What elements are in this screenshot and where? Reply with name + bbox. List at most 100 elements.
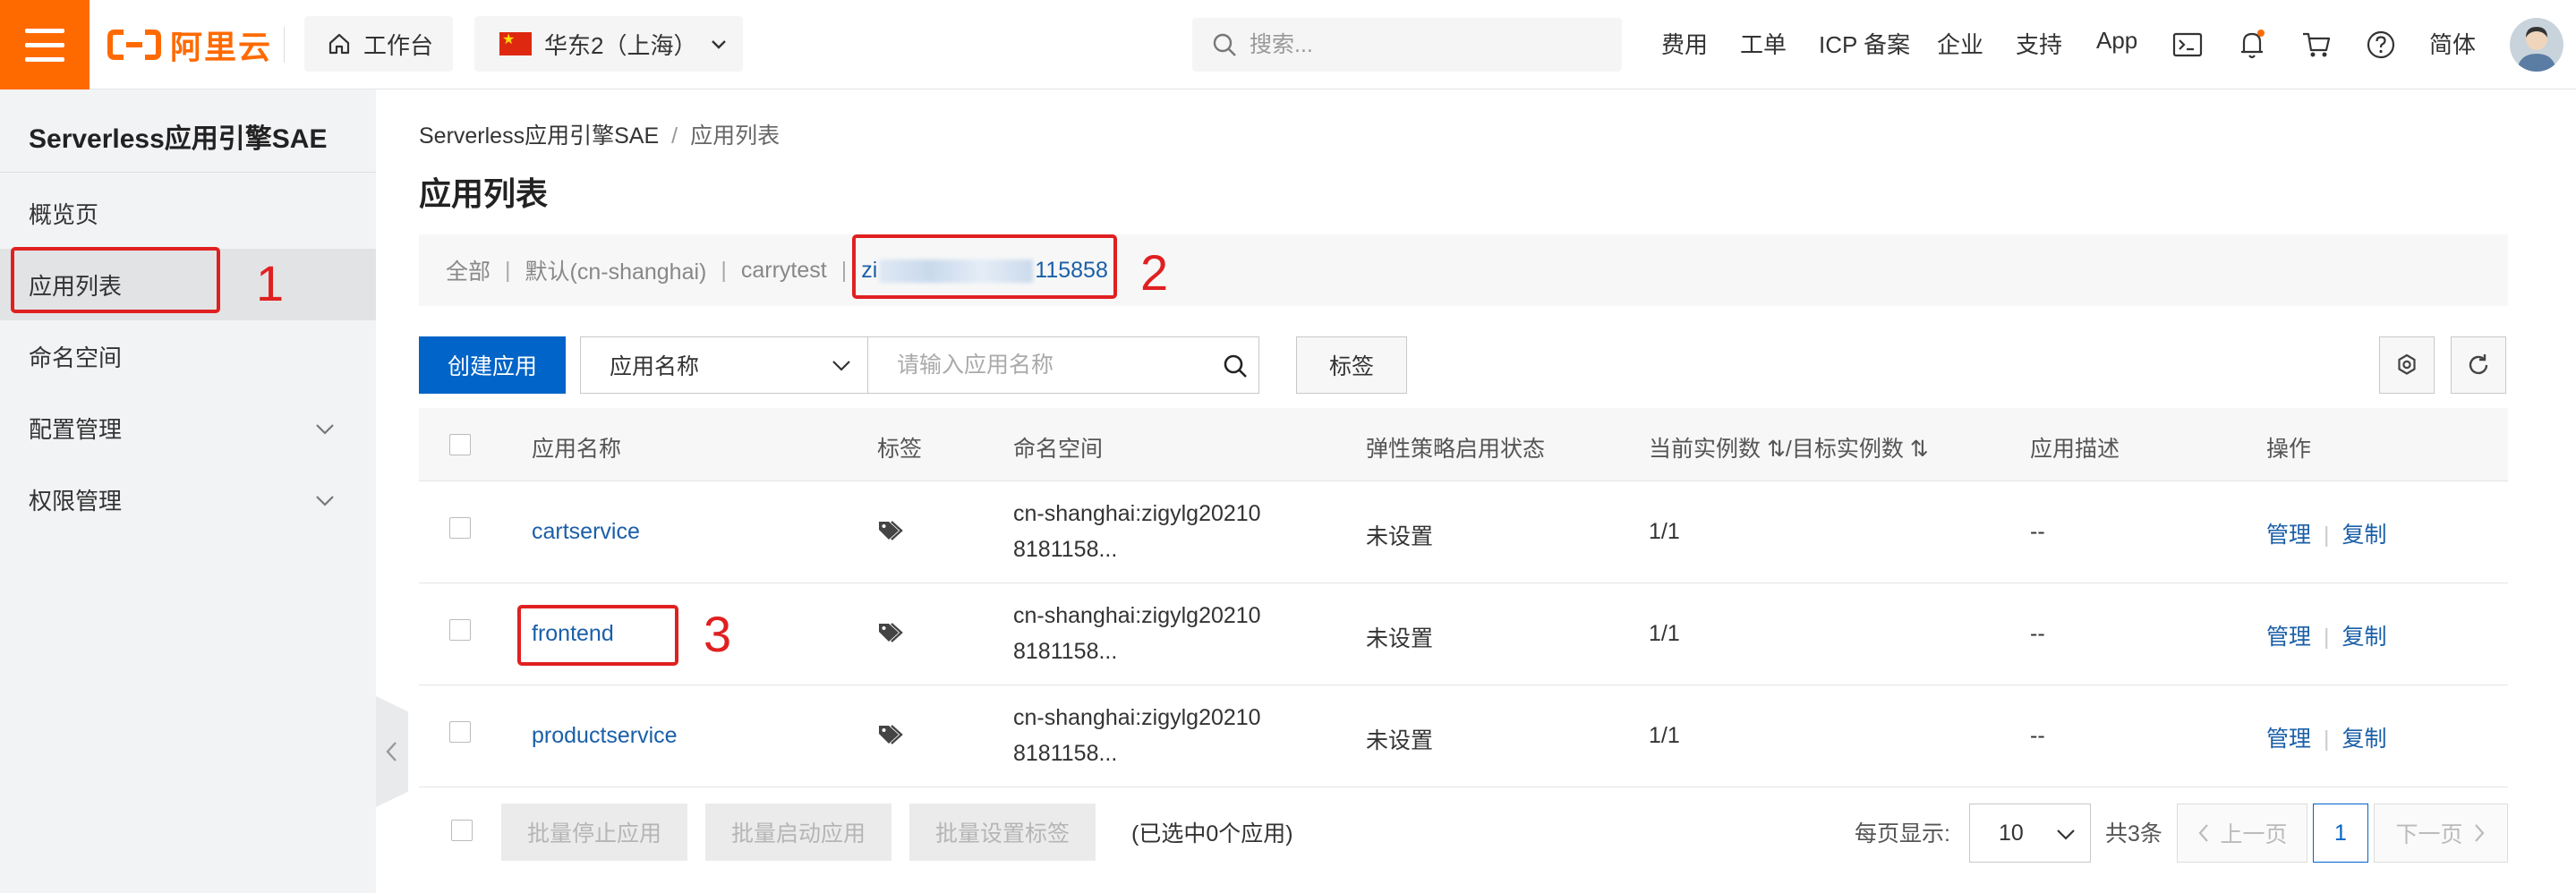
workbench-button[interactable]: 工作台	[304, 16, 453, 72]
sidebar-item-namespaces[interactable]: 命名空间	[0, 320, 376, 392]
sidebar-collapse-toggle[interactable]	[376, 696, 408, 807]
column-header-namespace: 命名空间	[1013, 437, 1104, 462]
terminal-icon[interactable]	[2170, 27, 2205, 63]
ticket-link[interactable]: 工单	[1740, 27, 1787, 60]
namespace-cell: cn-shanghai:zigylg20210 8181158...	[1013, 598, 1261, 669]
app-name-link[interactable]: cartservice	[532, 519, 640, 545]
app-link[interactable]: App	[2096, 27, 2137, 55]
total-count: 共3条	[2105, 821, 2162, 846]
aliyun-logo[interactable]: 阿里云	[107, 23, 272, 66]
table-row: frontend cn-shanghai:zigylg20210 8181158…	[419, 583, 2508, 685]
cart-icon[interactable]	[2299, 27, 2334, 63]
annotation-box	[852, 234, 1117, 299]
search-icon[interactable]	[1223, 353, 1248, 378]
global-search[interactable]	[1192, 18, 1622, 72]
menu-icon[interactable]	[0, 0, 90, 89]
selected-count: (已选中0个应用)	[1131, 821, 1293, 846]
app-name-search-input[interactable]	[897, 352, 1210, 378]
manage-link[interactable]: 管理	[2266, 523, 2311, 548]
batch-tag-button[interactable]: 批量设置标签	[909, 804, 1096, 861]
region-label: 华东2（上海）	[544, 31, 697, 59]
search-field-select[interactable]: 应用名称	[580, 336, 868, 394]
instance-count: 1/1	[1649, 723, 1680, 748]
search-field-select-value: 应用名称	[610, 354, 700, 379]
page-size-select[interactable]: 10	[1969, 804, 2091, 863]
refresh-button[interactable]	[2451, 336, 2506, 394]
copy-link[interactable]: 复制	[2342, 523, 2387, 548]
column-header-actions: 操作	[2266, 437, 2312, 462]
settings-button[interactable]	[2379, 336, 2435, 394]
page-title: 应用列表	[419, 175, 549, 212]
prev-page-label: 上一页	[2220, 822, 2288, 847]
manage-link[interactable]: 管理	[2266, 625, 2311, 650]
sidebar-item-label: 权限管理	[29, 487, 123, 515]
language-switch[interactable]: 简体	[2429, 27, 2476, 60]
sidebar-divider	[0, 172, 376, 173]
icp-link[interactable]: ICP 备案	[1819, 27, 1910, 60]
prev-page-button[interactable]: 上一页	[2177, 804, 2307, 863]
manage-link[interactable]: 管理	[2266, 727, 2311, 752]
aliyun-logo-icon	[107, 30, 161, 60]
page-number-current[interactable]: 1	[2313, 804, 2368, 863]
sidebar: Serverless应用引擎SAE 概览页 应用列表 命名空间 配置管理 权限管…	[0, 89, 376, 893]
select-all-checkbox[interactable]	[449, 434, 471, 455]
search-icon	[1213, 33, 1236, 56]
tag-icon[interactable]	[877, 519, 904, 542]
help-icon[interactable]	[2363, 27, 2399, 63]
row-actions: 管理 | 复制	[2266, 721, 2387, 753]
row-checkbox[interactable]	[449, 517, 471, 539]
region-selector[interactable]: 华东2（上海）	[474, 16, 743, 72]
row-checkbox[interactable]	[449, 619, 471, 641]
column-header-name: 应用名称	[532, 437, 622, 462]
copy-link[interactable]: 复制	[2342, 727, 2387, 752]
sidebar-title: Serverless应用引擎SAE	[29, 124, 328, 154]
copy-link[interactable]: 复制	[2342, 625, 2387, 650]
workbench-label: 工作台	[363, 31, 434, 59]
sidebar-item-overview[interactable]: 概览页	[0, 177, 376, 249]
row-checkbox[interactable]	[449, 721, 471, 743]
app-name-link[interactable]: productservice	[532, 723, 678, 749]
breadcrumb-root[interactable]: Serverless应用引擎SAE	[419, 123, 659, 149]
sidebar-item-label: 概览页	[29, 200, 99, 228]
tag-filter-button[interactable]: 标签	[1296, 336, 1407, 394]
chevron-left-icon	[386, 742, 397, 761]
instance-count: 1/1	[1649, 621, 1680, 646]
sidebar-item-config-management[interactable]: 配置管理	[0, 392, 376, 464]
footer-select-all-checkbox[interactable]	[451, 820, 473, 841]
column-header-scaling: 弹性策略启用状态	[1366, 437, 1546, 462]
action-separator: |	[2324, 625, 2330, 650]
row-actions: 管理 | 复制	[2266, 517, 2387, 549]
namespace-line: 8181158...	[1013, 537, 1118, 562]
scaling-status: 未设置	[1366, 524, 1434, 549]
action-separator: |	[2324, 523, 2330, 548]
support-link[interactable]: 支持	[2016, 27, 2062, 60]
app-name-search[interactable]	[867, 336, 1259, 394]
enterprise-link[interactable]: 企业	[1937, 27, 1983, 60]
app-description: --	[2030, 519, 2045, 544]
tag-icon[interactable]	[877, 621, 904, 644]
table-row: cartservice cn-shanghai:zigylg20210 8181…	[419, 481, 2508, 583]
billing-link[interactable]: 费用	[1661, 27, 1708, 60]
namespace-separator: |	[840, 257, 848, 283]
app-description: --	[2030, 723, 2045, 748]
global-search-input[interactable]	[1250, 31, 1590, 58]
create-app-button[interactable]: 创建应用	[419, 336, 566, 394]
home-icon	[328, 33, 350, 55]
user-avatar[interactable]	[2510, 18, 2563, 72]
chevron-down-icon	[316, 424, 334, 435]
namespace-default[interactable]: 默认(cn-shanghai)	[525, 254, 707, 286]
page-size-label: 每页显示:	[1855, 821, 1950, 846]
namespace-separator: |	[721, 257, 727, 283]
gear-icon	[2398, 353, 2416, 375]
table-row: productservice cn-shanghai:zigylg20210 8…	[419, 685, 2508, 787]
column-header-instances[interactable]: 当前实例数 ⇅/目标实例数 ⇅	[1649, 431, 1929, 464]
namespace-all[interactable]: 全部	[446, 254, 490, 286]
tag-icon[interactable]	[877, 723, 904, 746]
sidebar-item-permission-management[interactable]: 权限管理	[0, 464, 376, 535]
notification-bell-icon[interactable]	[2234, 27, 2270, 63]
next-page-button[interactable]: 下一页	[2374, 804, 2508, 863]
batch-start-button[interactable]: 批量启动应用	[705, 804, 891, 861]
batch-stop-button[interactable]: 批量停止应用	[501, 804, 687, 861]
namespace-carrytest[interactable]: carrytest	[741, 258, 827, 284]
namespace-line: cn-shanghai:zigylg20210	[1013, 603, 1261, 628]
